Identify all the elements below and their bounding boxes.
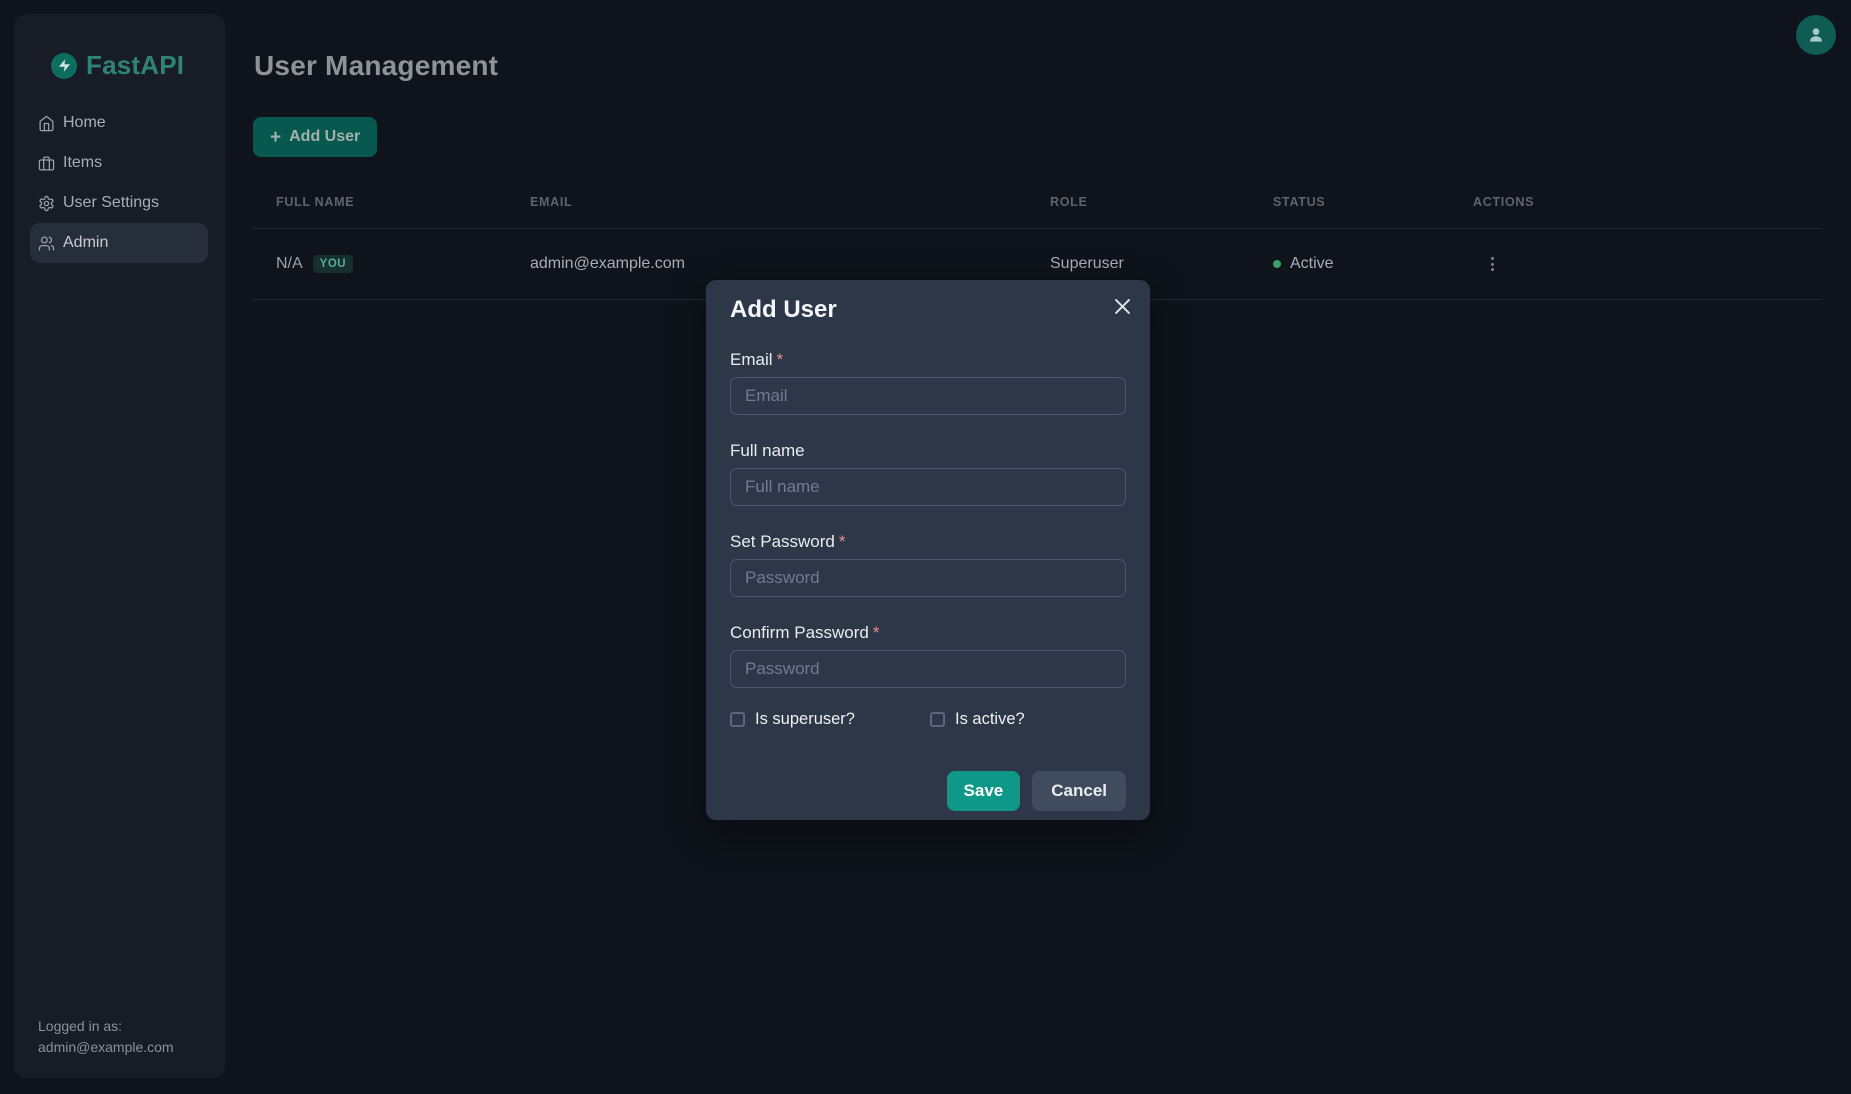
- set-password-field-group: Set Password*: [730, 532, 1126, 597]
- user-avatar-icon: [1806, 25, 1826, 45]
- sidebar-item-label: Home: [63, 114, 106, 132]
- is-active-label: Is active?: [955, 710, 1025, 729]
- is-superuser-checkbox-group[interactable]: Is superuser?: [730, 710, 930, 729]
- full-name-input[interactable]: [730, 468, 1126, 506]
- add-user-button[interactable]: + Add User: [253, 117, 377, 157]
- email-label-text: Email: [730, 350, 773, 369]
- plus-icon: +: [270, 128, 281, 147]
- logged-in-email: admin@example.com: [38, 1037, 174, 1058]
- logged-in-label: Logged in as:: [38, 1016, 174, 1037]
- email-input[interactable]: [730, 377, 1126, 415]
- fastapi-logo[interactable]: FastAPI: [51, 50, 225, 81]
- required-asterisk: *: [839, 532, 846, 551]
- email-label: Email*: [730, 350, 1126, 370]
- checkbox-row: Is superuser? Is active?: [730, 710, 1126, 729]
- logo-text: FastAPI: [86, 50, 184, 81]
- save-button[interactable]: Save: [947, 771, 1021, 811]
- active-status-dot: [1273, 260, 1281, 268]
- sidebar-item-items[interactable]: Items: [30, 143, 208, 183]
- column-header-email: EMAIL: [507, 195, 1027, 228]
- confirm-password-label-text: Confirm Password: [730, 623, 869, 642]
- required-asterisk: *: [777, 350, 784, 369]
- logged-in-info: Logged in as: admin@example.com: [38, 1016, 174, 1058]
- is-active-checkbox-group[interactable]: Is active?: [930, 710, 1025, 729]
- cell-full-name: N/A YOU: [253, 229, 507, 299]
- set-password-label: Set Password*: [730, 532, 1126, 552]
- sidebar-item-home[interactable]: Home: [30, 103, 208, 143]
- column-header-actions: ACTIONS: [1450, 195, 1822, 228]
- home-icon: [38, 115, 55, 132]
- confirm-password-field-group: Confirm Password*: [730, 623, 1126, 688]
- table-header-row: FULL NAME EMAIL ROLE STATUS ACTIONS: [253, 195, 1822, 229]
- column-header-status: STATUS: [1250, 195, 1450, 228]
- column-header-full-name: FULL NAME: [253, 195, 507, 228]
- add-user-modal: Add User Email* Full name Set Password* …: [706, 280, 1150, 820]
- sidebar: FastAPI Home Items User Settings Admin: [14, 14, 225, 1078]
- sidebar-item-admin[interactable]: Admin: [30, 223, 208, 263]
- full-name-label-text: Full name: [730, 441, 805, 460]
- is-superuser-checkbox[interactable]: [730, 712, 745, 727]
- user-avatar-button[interactable]: [1796, 15, 1836, 55]
- sidebar-item-label: Admin: [63, 234, 108, 252]
- add-user-button-label: Add User: [289, 128, 360, 146]
- set-password-input[interactable]: [730, 559, 1126, 597]
- full-name-value: N/A: [276, 255, 303, 273]
- status-value: Active: [1290, 255, 1334, 273]
- confirm-password-input[interactable]: [730, 650, 1126, 688]
- users-icon: [38, 235, 55, 252]
- sidebar-nav: Home Items User Settings Admin: [14, 103, 225, 263]
- email-field-group: Email*: [730, 350, 1126, 415]
- close-icon[interactable]: [1110, 294, 1134, 318]
- cell-status: Active: [1250, 229, 1450, 299]
- kebab-menu-icon[interactable]: [1485, 251, 1500, 277]
- modal-title: Add User: [730, 296, 1126, 324]
- modal-footer: Save Cancel: [730, 771, 1126, 811]
- sidebar-item-user-settings[interactable]: User Settings: [30, 183, 208, 223]
- set-password-label-text: Set Password: [730, 532, 835, 551]
- sidebar-item-label: Items: [63, 154, 102, 172]
- cancel-button[interactable]: Cancel: [1032, 771, 1126, 811]
- required-asterisk: *: [873, 623, 880, 642]
- you-badge: YOU: [313, 255, 353, 273]
- confirm-password-label: Confirm Password*: [730, 623, 1126, 643]
- full-name-field-group: Full name: [730, 441, 1126, 506]
- sidebar-item-label: User Settings: [63, 194, 159, 212]
- is-superuser-label: Is superuser?: [755, 710, 855, 729]
- is-active-checkbox[interactable]: [930, 712, 945, 727]
- fastapi-bolt-icon: [51, 53, 77, 79]
- full-name-label: Full name: [730, 441, 1126, 461]
- column-header-role: ROLE: [1027, 195, 1250, 228]
- briefcase-icon: [38, 155, 55, 172]
- page-title: User Management: [254, 50, 498, 82]
- gear-icon: [38, 195, 55, 212]
- cell-actions: [1450, 229, 1822, 299]
